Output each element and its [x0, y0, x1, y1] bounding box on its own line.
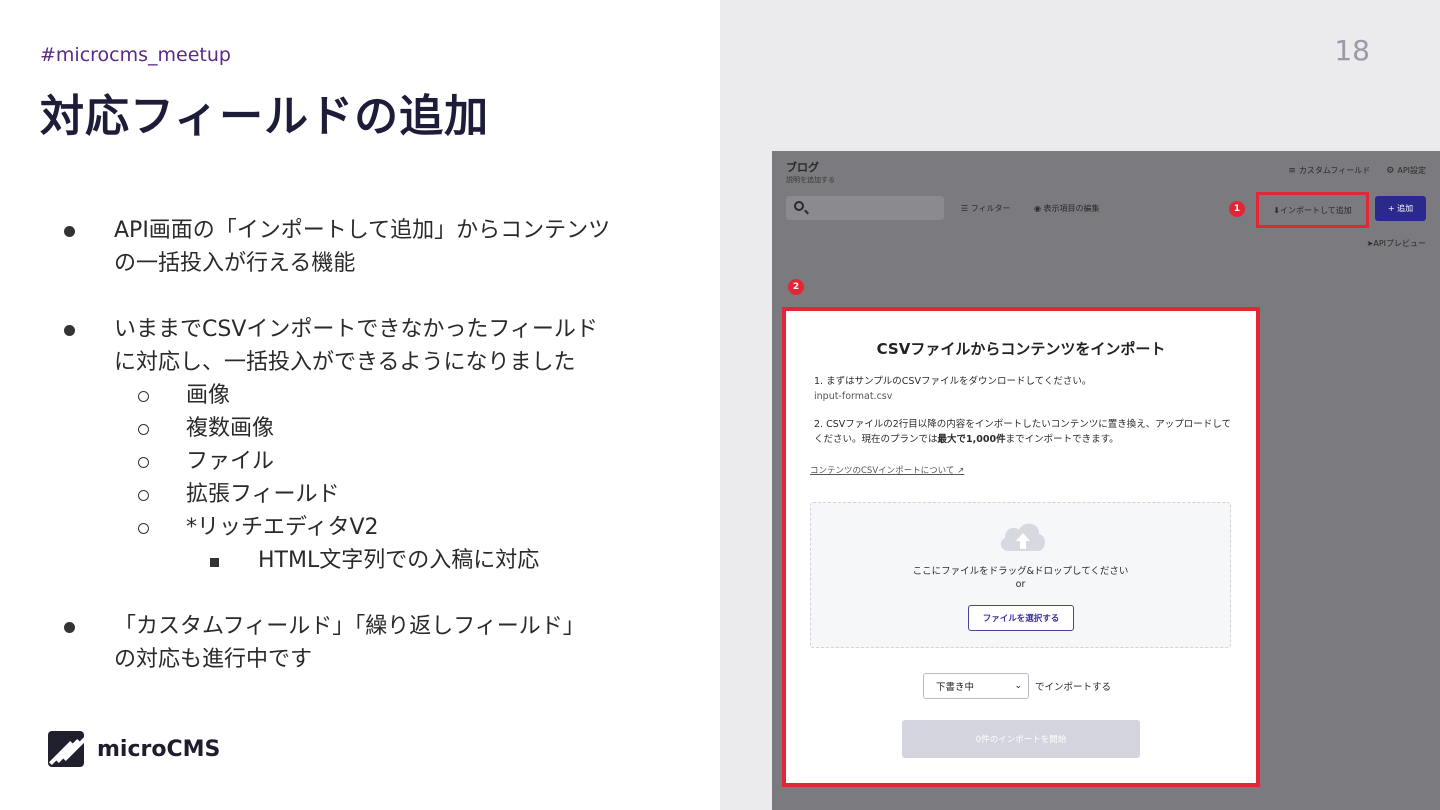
- csv-import-modal: CSVファイルからコンテンツをインポート 1. まずはサンプルのCSVファイルを…: [786, 311, 1256, 783]
- circle-bullet-icon: [138, 490, 149, 501]
- chevron-down-icon: ⌄: [1014, 681, 1022, 691]
- filter-icon: ☰: [961, 204, 971, 213]
- top-actions: ≡ カスタムフィールド ⚙ API設定: [1288, 165, 1426, 176]
- sample-csv-link[interactable]: input-format.csv: [814, 389, 1232, 404]
- slide-right-panel: 18 ブログ 説明を追加する ≡ カスタムフィールド ⚙ API設定 ☰ フィルター…: [720, 0, 1440, 810]
- bullet-text: に対応し、一括投入ができるようになりました: [114, 350, 576, 375]
- microcms-logo-icon: [48, 731, 84, 767]
- custom-field-link[interactable]: ≡ カスタムフィールド: [1288, 165, 1370, 176]
- bullet-item: 「カスタムフィールド」「繰り返しフィールド」 の対応も進行中です: [60, 610, 680, 676]
- import-add-button[interactable]: ⬇ インポートして追加: [1256, 192, 1369, 228]
- add-button[interactable]: + 追加: [1375, 196, 1426, 221]
- import-modal-highlight: CSVファイルからコンテンツをインポート 1. まずはサンプルのCSVファイルを…: [782, 307, 1260, 787]
- step-badge: 2: [788, 279, 804, 295]
- sub-sub-bullet-item: HTML文字列での入稿に対応: [60, 544, 680, 577]
- slide-left-panel: #microcms_meetup 対応フィールドの追加 API画面の「インポート…: [0, 0, 720, 810]
- circle-bullet-icon: [138, 391, 149, 402]
- circle-bullet-icon: [138, 424, 149, 435]
- external-link-icon: ↗: [957, 466, 965, 476]
- sub-bullet-item: 複数画像: [60, 412, 680, 445]
- bullet-dot-icon: [64, 226, 75, 237]
- eye-icon: ◉: [1034, 204, 1044, 213]
- instruction-step-1: 1. まずはサンプルのCSVファイルをダウンロードしてください。 input-f…: [814, 374, 1232, 404]
- search-input[interactable]: [786, 196, 944, 220]
- start-import-button[interactable]: 0件のインポートを開始: [902, 720, 1140, 758]
- step-badge: 1: [1229, 201, 1245, 217]
- drop-or-text: or: [1015, 579, 1026, 590]
- choose-file-button[interactable]: ファイルを選択する: [968, 605, 1074, 631]
- page-number: 18: [1334, 34, 1370, 67]
- microcms-logo: microCMS: [48, 731, 220, 767]
- bullet-item: API画面の「インポートして追加」からコンテンツ の一括投入が行える機能: [60, 214, 680, 280]
- sub-bullet-item: 拡張フィールド: [60, 478, 680, 511]
- bullet-text: の一括投入が行える機能: [114, 251, 356, 276]
- sub-bullet-item: ファイル: [60, 445, 680, 478]
- square-bullet-icon: [210, 558, 219, 567]
- drop-instruction: ここにファイルをドラッグ&ドロップしてください: [912, 566, 1129, 577]
- sub-bullet-item: *リッチエディタV2: [60, 511, 680, 544]
- api-settings-link[interactable]: ⚙ API設定: [1386, 165, 1426, 176]
- gear-icon: ⚙: [1386, 166, 1395, 176]
- bullet-list: API画面の「インポートして追加」からコンテンツ の一括投入が行える機能 いまま…: [60, 214, 680, 676]
- circle-bullet-icon: [138, 523, 149, 534]
- api-description[interactable]: 説明を追加する: [786, 175, 835, 185]
- circle-bullet-icon: [138, 457, 149, 468]
- bullet-text: API画面の「インポートして追加」からコンテンツ: [114, 218, 611, 243]
- api-title: ブログ: [786, 161, 819, 174]
- bullet-text: いままでCSVインポートできなかったフィールド: [114, 317, 598, 342]
- instruction-step-2: 2. CSVファイルの2行目以降の内容をインポートしたいコンテンツに置き換え、ア…: [814, 419, 1232, 445]
- import-icon: ⬇: [1273, 205, 1280, 215]
- bullet-item: いままでCSVインポートできなかったフィールド に対応し、一括投入ができるように…: [60, 313, 680, 379]
- bullet-text: 「カスタムフィールド」「繰り返しフィールド」: [114, 614, 585, 639]
- bullet-dot-icon: [64, 622, 75, 633]
- modal-title: CSVファイルからコンテンツをインポート: [876, 340, 1166, 358]
- status-suffix: でインポートする: [1035, 682, 1112, 693]
- edit-columns-button[interactable]: ◉ 表示項目の編集: [1034, 203, 1100, 214]
- sub-bullet-item: 画像: [60, 379, 680, 412]
- csv-help-link[interactable]: コンテンツのCSVインポートについて ↗: [810, 464, 964, 476]
- filter-button[interactable]: ☰ フィルター: [961, 203, 1011, 214]
- bullet-text: の対応も進行中です: [114, 647, 313, 672]
- file-drop-zone[interactable]: ここにファイルをドラッグ&ドロップしてください or ファイルを選択する: [810, 502, 1231, 648]
- cloud-upload-icon: [1000, 523, 1045, 551]
- custom-field-icon: ≡: [1288, 166, 1296, 176]
- hashtag: #microcms_meetup: [40, 44, 231, 66]
- search-icon: [794, 201, 804, 211]
- api-preview-link[interactable]: ➤APIプレビュー: [1367, 238, 1426, 249]
- status-select[interactable]: 下書き中 ⌄: [923, 673, 1029, 699]
- app-screenshot: ブログ 説明を追加する ≡ カスタムフィールド ⚙ API設定 ☰ フィルター ◉ …: [772, 151, 1440, 810]
- logo-text: microCMS: [97, 736, 221, 762]
- slide-title: 対応フィールドの追加: [40, 91, 490, 142]
- bullet-dot-icon: [64, 325, 75, 336]
- status-row: 下書き中 ⌄ でインポートする: [923, 673, 1111, 699]
